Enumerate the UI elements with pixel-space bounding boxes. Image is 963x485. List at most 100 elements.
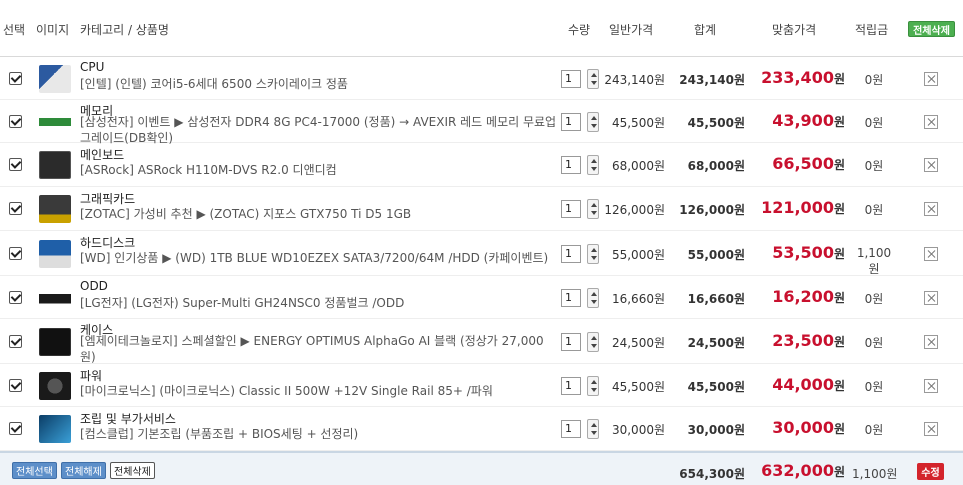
item-custom-price: 121,000원 <box>761 198 845 217</box>
sum-custom-price: 632,000원 <box>761 461 845 480</box>
item-regular-price: 55,000원 <box>611 248 665 262</box>
power-supply-icon <box>39 372 71 400</box>
item-custom-price: 43,900원 <box>772 111 845 130</box>
cart-item-row: 하드디스크 [WD] 인기상품 ▶ (WD) 1TB BLUE WD10EZEX … <box>0 231 963 276</box>
cart-item-row: 그래픽카드 [ZOTAC] 가성비 추천 ▶ (ZOTAC) 지포스 GTX750… <box>0 187 963 231</box>
item-total: 24,500원 <box>687 336 745 350</box>
item-points: 0원 <box>864 380 884 394</box>
item-checkbox[interactable] <box>9 335 22 348</box>
quantity-stepper[interactable] <box>587 155 599 175</box>
graphics-card-icon <box>39 195 71 223</box>
item-category: CPU <box>80 60 105 74</box>
item-points: 0원 <box>864 203 884 217</box>
header-custom-price: 맞춤가격 <box>772 23 817 37</box>
item-custom-price: 233,400원 <box>761 68 845 87</box>
item-product-name[interactable]: [ASRock] ASRock H110M-DVS R2.0 디앤디컴 <box>80 162 558 178</box>
item-regular-price: 126,000원 <box>604 203 665 217</box>
quantity-input[interactable]: 1 <box>561 420 581 438</box>
quantity-input[interactable]: 1 <box>561 113 581 131</box>
header-points: 적립금 <box>855 23 889 37</box>
quantity-input[interactable]: 1 <box>561 200 581 218</box>
item-total: 45,500원 <box>687 116 745 130</box>
item-checkbox[interactable] <box>9 202 22 215</box>
item-custom-unit: 원 <box>833 202 845 216</box>
item-category: ODD <box>80 279 108 293</box>
quantity-stepper[interactable] <box>587 288 599 308</box>
remove-item-icon[interactable] <box>924 72 938 86</box>
item-total: 243,140원 <box>679 73 745 87</box>
item-custom-unit: 원 <box>833 72 845 86</box>
item-checkbox[interactable] <box>9 247 22 260</box>
remove-item-icon[interactable] <box>924 202 938 216</box>
item-checkbox[interactable] <box>9 115 22 128</box>
item-checkbox[interactable] <box>9 379 22 392</box>
quantity-input[interactable]: 1 <box>561 156 581 174</box>
item-checkbox[interactable] <box>9 422 22 435</box>
remove-item-icon[interactable] <box>924 379 938 393</box>
item-category: 메인보드 <box>80 148 125 162</box>
cart-item-row: 조립 및 부가서비스 [컴스클럽] 기본조립 (부품조립 + BIOS세팅 + 선… <box>0 407 963 451</box>
item-custom-price: 16,200원 <box>772 287 845 306</box>
cart-item-row: 파워 [마이크로닉스] (마이크로닉스) Classic II 500W +12V… <box>0 364 963 407</box>
sum-custom-value: 632,000 <box>761 461 834 480</box>
memory-stick-icon <box>39 108 71 136</box>
item-custom-unit: 원 <box>833 115 845 129</box>
item-custom-unit: 원 <box>833 158 845 172</box>
item-checkbox[interactable] <box>9 72 22 85</box>
deselect-all-button[interactable]: 전체해제 <box>61 462 106 479</box>
quantity-input[interactable]: 1 <box>561 70 581 88</box>
hard-disk-icon <box>39 240 71 268</box>
quantity-stepper[interactable] <box>587 112 599 132</box>
item-custom-unit: 원 <box>833 291 845 305</box>
item-product-name[interactable]: [WD] 인기상품 ▶ (WD) 1TB BLUE WD10EZEX SATA3… <box>80 250 558 266</box>
item-checkbox[interactable] <box>9 291 22 304</box>
item-category: 조립 및 부가서비스 <box>80 412 176 426</box>
quantity-input[interactable]: 1 <box>561 377 581 395</box>
item-custom-price: 30,000원 <box>772 418 845 437</box>
quantity-stepper[interactable] <box>587 419 599 439</box>
remove-item-icon[interactable] <box>924 115 938 129</box>
quantity-stepper[interactable] <box>587 69 599 89</box>
item-product-name[interactable]: [ZOTAC] 가성비 추천 ▶ (ZOTAC) 지포스 GTX750 Ti D… <box>80 206 558 222</box>
select-all-button[interactable]: 전체선택 <box>12 462 57 479</box>
item-product-name[interactable]: [마이크로닉스] (마이크로닉스) Classic II 500W +12V S… <box>80 383 558 399</box>
quantity-stepper[interactable] <box>587 199 599 219</box>
quantity-input[interactable]: 1 <box>561 333 581 351</box>
delete-all-button-top[interactable]: 전체삭제 <box>908 21 955 37</box>
item-total: 55,000원 <box>687 248 745 262</box>
item-regular-price: 243,140원 <box>604 73 665 87</box>
item-total: 45,500원 <box>687 380 745 394</box>
item-points: 0원 <box>864 336 884 350</box>
item-product-name[interactable]: [컴스클럽] 기본조립 (부품조립 + BIOS세팅 + 선정리) <box>80 426 558 442</box>
item-custom-price: 44,000원 <box>772 375 845 394</box>
quantity-input[interactable]: 1 <box>561 289 581 307</box>
cart-item-row: 케이스 [엠제이테크놀로지] 스페셜할인 ▶ ENERGY OPTIMUS Alp… <box>0 319 963 364</box>
item-checkbox[interactable] <box>9 158 22 171</box>
header-category-name: 카테고리 / 상품명 <box>80 23 169 37</box>
modify-button[interactable]: 수정 <box>917 463 944 480</box>
cart-item-row: ODD [LG전자] (LG전자) Super-Multi GH24NSC0 정품… <box>0 276 963 319</box>
item-product-name[interactable]: [인텔] (인텔) 코어i5-6세대 6500 스카이레이크 정품 <box>80 76 558 92</box>
item-product-name[interactable]: [LG전자] (LG전자) Super-Multi GH24NSC0 정품벌크 … <box>80 295 558 311</box>
item-product-name[interactable]: [삼성전자] 이벤트 ▶ 삼성전자 DDR4 8G PC4-17000 (정품)… <box>80 114 558 146</box>
cart-item-row: CPU [인텔] (인텔) 코어i5-6세대 6500 스카이레이크 정품 1 243… <box>0 57 963 100</box>
remove-item-icon[interactable] <box>924 335 938 349</box>
item-custom-unit: 원 <box>833 335 845 349</box>
quantity-stepper[interactable] <box>587 376 599 396</box>
remove-item-icon[interactable] <box>924 158 938 172</box>
item-custom-unit: 원 <box>833 247 845 261</box>
remove-item-icon[interactable] <box>924 247 938 261</box>
quantity-input[interactable]: 1 <box>561 245 581 263</box>
item-custom-price: 23,500원 <box>772 331 845 350</box>
item-category: 그래픽카드 <box>80 192 136 206</box>
quantity-stepper[interactable] <box>587 244 599 264</box>
item-custom-value: 43,900 <box>772 111 834 130</box>
item-product-name[interactable]: [엠제이테크놀로지] 스페셜할인 ▶ ENERGY OPTIMUS AlphaG… <box>80 333 558 365</box>
sum-custom-unit: 원 <box>833 465 845 479</box>
item-custom-value: 233,400 <box>761 68 834 87</box>
quantity-stepper[interactable] <box>587 332 599 352</box>
remove-item-icon[interactable] <box>924 291 938 305</box>
cpu-box-icon <box>39 65 71 93</box>
remove-item-icon[interactable] <box>924 422 938 436</box>
delete-all-button-bottom[interactable]: 전체삭제 <box>110 462 155 479</box>
